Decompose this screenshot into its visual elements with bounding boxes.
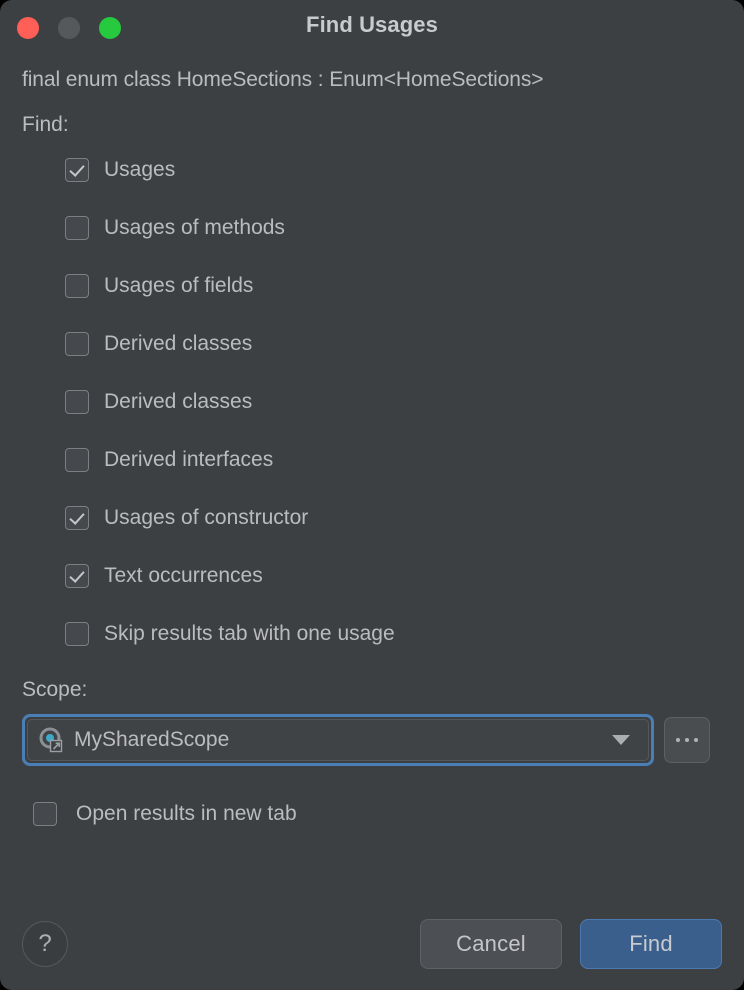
checkbox-usages-of-fields[interactable] — [65, 274, 89, 298]
checkbox-label: Usages of methods — [104, 216, 285, 240]
checkbox-derived-classes-2[interactable] — [65, 390, 89, 414]
find-usages-dialog: Find Usages final enum class HomeSection… — [0, 0, 744, 990]
scope-row: MySharedScope — [22, 714, 722, 766]
checkbox-row-text-occurrences[interactable]: Text occurrences — [22, 559, 722, 593]
checkbox-label: Text occurrences — [104, 564, 263, 588]
title-bar: Find Usages — [0, 0, 744, 58]
scope-combobox[interactable]: MySharedScope — [27, 719, 649, 761]
ellipsis-dot — [685, 738, 689, 742]
checkbox-usages-of-methods[interactable] — [65, 216, 89, 240]
checkbox-row-usages-of-methods[interactable]: Usages of methods — [22, 211, 722, 245]
checkbox-row-usages-of-fields[interactable]: Usages of fields — [22, 269, 722, 303]
checkbox-row-derived-classes-2[interactable]: Derived classes — [22, 385, 722, 419]
subject-declaration: final enum class HomeSections : Enum<Hom… — [22, 68, 722, 92]
scope-browse-button[interactable] — [664, 717, 710, 763]
chevron-down-icon[interactable] — [612, 735, 630, 745]
checkbox-row-derived-interfaces[interactable]: Derived interfaces — [22, 443, 722, 477]
scope-section-label: Scope: — [22, 678, 722, 702]
scope-selected-value: MySharedScope — [74, 728, 612, 752]
checkbox-label: Usages of fields — [104, 274, 253, 298]
checkbox-skip-results-tab[interactable] — [65, 622, 89, 646]
checkbox-label: Derived classes — [104, 390, 252, 414]
checkbox-label: Skip results tab with one usage — [104, 622, 395, 646]
ellipsis-dot — [694, 738, 698, 742]
ellipsis-dot — [676, 738, 680, 742]
checkbox-usages[interactable] — [65, 158, 89, 182]
dialog-footer: ? Cancel Find — [0, 898, 744, 990]
checkbox-label: Usages — [104, 158, 175, 182]
checkbox-open-results-new-tab[interactable] — [33, 802, 57, 826]
checkbox-label: Open results in new tab — [76, 802, 297, 826]
cancel-button[interactable]: Cancel — [420, 919, 562, 969]
checkbox-derived-classes-1[interactable] — [65, 332, 89, 356]
dialog-content: final enum class HomeSections : Enum<Hom… — [0, 68, 744, 826]
checkbox-row-usages-of-constructor[interactable]: Usages of constructor — [22, 501, 722, 535]
checkbox-usages-of-constructor[interactable] — [65, 506, 89, 530]
window-title: Find Usages — [0, 12, 744, 38]
scope-combobox-focus-ring: MySharedScope — [22, 714, 654, 766]
help-button[interactable]: ? — [22, 921, 68, 967]
shared-scope-icon — [38, 727, 64, 753]
checkbox-row-derived-classes-1[interactable]: Derived classes — [22, 327, 722, 361]
checkbox-row-open-results-new-tab[interactable]: Open results in new tab — [22, 802, 722, 826]
checkbox-row-usages[interactable]: Usages — [22, 153, 722, 187]
checkbox-derived-interfaces[interactable] — [65, 448, 89, 472]
checkbox-label: Usages of constructor — [104, 506, 308, 530]
checkbox-row-skip-results-tab[interactable]: Skip results tab with one usage — [22, 617, 722, 651]
find-section-label: Find: — [22, 113, 722, 137]
find-button[interactable]: Find — [580, 919, 722, 969]
find-options-list: Usages Usages of methods Usages of field… — [22, 153, 722, 651]
checkbox-label: Derived classes — [104, 332, 252, 356]
checkbox-label: Derived interfaces — [104, 448, 273, 472]
checkbox-text-occurrences[interactable] — [65, 564, 89, 588]
